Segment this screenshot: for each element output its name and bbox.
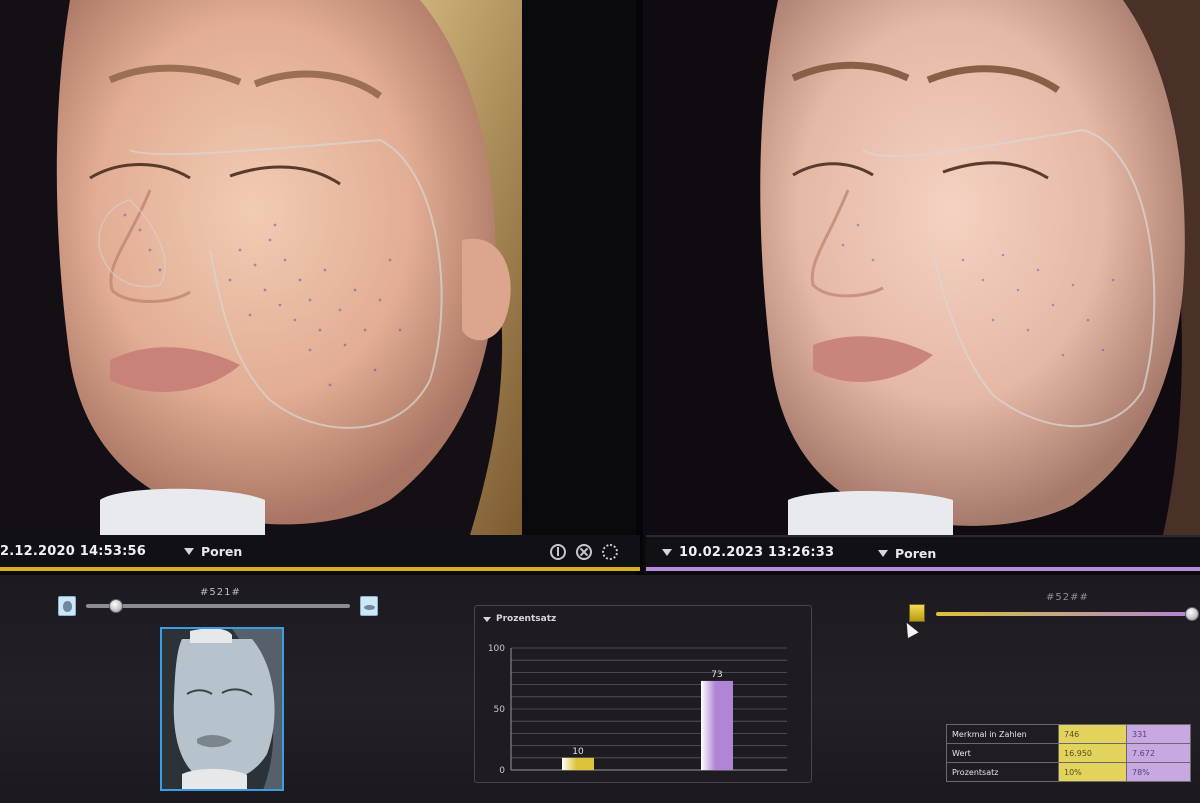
bar-value-label: 10 [572,747,584,757]
yellow-value: 746 [1058,724,1127,744]
right-face-photo [643,0,1200,535]
row-label: Prozentsatz [946,762,1059,782]
chart-bar [701,680,733,770]
right-slider-knob[interactable] [1185,607,1199,621]
chart-bar [562,757,594,770]
percentage-chart-panel: Prozentsatz 100 50 0 10 73 [474,605,812,783]
face-preview-thumbnail[interactable] [160,627,284,791]
row-label: Merkmal in Zahlen [946,724,1059,744]
chevron-down-icon [878,550,888,557]
close-icon[interactable] [576,544,592,560]
table-row: Prozentsatz 10% 78% [946,762,1191,782]
chevron-down-icon [662,549,672,556]
viewport-divider [522,0,636,535]
left-analysis-mode-label: Poren [201,544,243,559]
left-image-statusbar: 2.12.2020 14:53:56 Poren [0,535,640,571]
eye-thumbnail-icon[interactable] [360,596,378,616]
y-tick-label: 100 [488,644,505,654]
split-divider[interactable] [636,0,643,575]
face-thumbnail-icon[interactable] [58,596,76,616]
chart-icon[interactable] [550,544,566,560]
right-image-statusbar: 10.02.2023 13:26:33 Poren [646,535,1200,571]
preview-face-image [162,629,282,789]
table-row: Wert 16.950 7.672 [946,743,1191,763]
right-analysis-mode-label: Poren [895,546,937,561]
purple-value: 7.672 [1126,743,1191,763]
y-tick-label: 50 [494,705,506,715]
table-row: Merkmal in Zahlen 746 331 [946,724,1191,744]
purple-value: 331 [1126,724,1191,744]
chevron-down-icon [184,548,194,555]
left-slider-label: #521# [200,587,241,598]
right-timestamp: 10.02.2023 13:26:33 [679,545,835,560]
bar-chart: 100 50 0 10 73 [488,644,787,776]
right-slider-label: #52## [1046,592,1089,603]
bar-value-label: 73 [711,670,722,680]
right-analysis-mode-dropdown[interactable]: Poren [878,546,936,561]
left-image-toolbar [550,544,618,560]
right-image-viewport[interactable] [643,0,1200,535]
y-tick-label: 0 [499,766,505,776]
yellow-value: 16.950 [1058,743,1127,763]
settings-icon[interactable] [602,544,618,560]
stats-table: Merkmal in Zahlen 746 331 Wert 16.950 7.… [946,724,1191,782]
right-date-dropdown[interactable]: 10.02.2023 13:26:33 [662,545,834,560]
left-slider-track[interactable] [86,604,350,608]
purple-value: 78% [1126,762,1191,782]
right-slider-track[interactable] [936,612,1192,616]
row-label: Wert [946,743,1059,763]
left-analysis-mode-dropdown[interactable]: Poren [184,544,242,559]
left-timestamp: 2.12.2020 14:53:56 [0,544,146,559]
yellow-value: 10% [1058,762,1127,782]
